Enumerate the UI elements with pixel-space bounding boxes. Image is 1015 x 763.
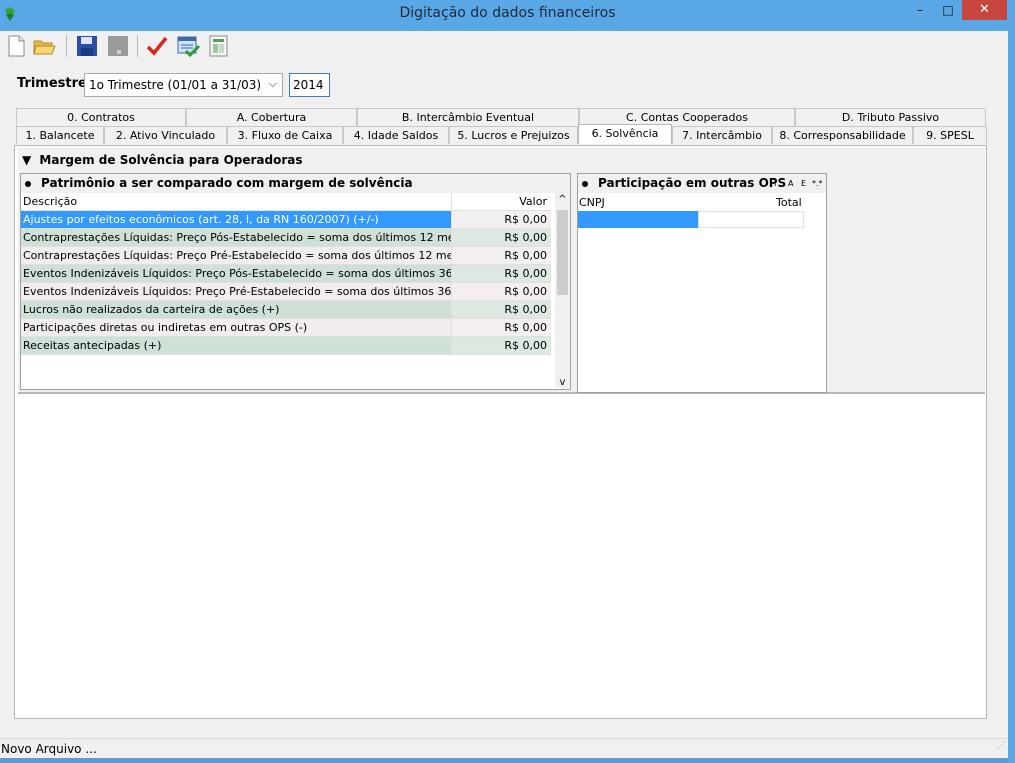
chevron-down-icon: ⌵ bbox=[268, 77, 277, 90]
tab-lucros-prejuizos[interactable]: 5. Lucros e Prejuizos bbox=[449, 126, 578, 144]
bullet-icon bbox=[25, 180, 31, 187]
check-icon[interactable] bbox=[145, 34, 169, 58]
status-text: Novo Arquivo ... bbox=[1, 742, 97, 756]
tab-fluxo-de-caixa[interactable]: 3. Fluxo de Caixa bbox=[227, 126, 343, 144]
minimize-button[interactable]: – bbox=[906, 0, 934, 20]
all-action[interactable]: *.* bbox=[812, 174, 823, 193]
row-value[interactable]: R$ 0,00 bbox=[451, 211, 551, 229]
row-value[interactable]: R$ 0,00 bbox=[451, 337, 551, 355]
scroll-down-icon[interactable]: v bbox=[555, 377, 570, 388]
save-icon[interactable] bbox=[75, 34, 99, 58]
toolbar-separator bbox=[137, 35, 138, 57]
trimestre-value: 1o Trimestre (01/01 a 31/03) bbox=[89, 78, 262, 92]
total-cell[interactable] bbox=[698, 211, 804, 228]
row-value[interactable]: R$ 0,00 bbox=[451, 319, 551, 337]
table-row[interactable]: Receitas antecipadas (+) R$ 0,00 bbox=[21, 337, 551, 355]
tab-tributo-passivo[interactable]: D. Tributo Passivo bbox=[795, 108, 986, 126]
validate-icon[interactable] bbox=[176, 34, 200, 58]
bullet-icon bbox=[582, 180, 588, 187]
tab-corresponsabilidade[interactable]: 8. Corresponsabilidade bbox=[772, 126, 913, 144]
scrollbar-thumb[interactable] bbox=[557, 210, 568, 295]
participacao-header: Participação em outras OPS I A E *.* bbox=[578, 174, 826, 193]
row-description: Participações diretas ou indiretas em ou… bbox=[21, 319, 451, 337]
tab-idade-saldos[interactable]: 4. Idade Saldos bbox=[343, 126, 449, 144]
table-header-row: Descrição Valor bbox=[21, 193, 551, 211]
status-bar: Novo Arquivo ... ⋰ bbox=[0, 738, 1008, 758]
table-row[interactable]: Lucros não realizados da carteira de açõ… bbox=[21, 301, 551, 319]
row-description: Ajustes por efeitos econômicos (art. 28,… bbox=[21, 211, 451, 229]
tab-spesl[interactable]: 9. SPESL bbox=[913, 126, 987, 144]
table-row[interactable]: Ajustes por efeitos econômicos (art. 28,… bbox=[21, 211, 551, 229]
scroll-up-icon[interactable]: ^ bbox=[555, 194, 570, 205]
participacao-panel: Participação em outras OPS I A E *.* CNP… bbox=[577, 173, 827, 393]
section-title: Margem de Solvência para Operadoras bbox=[39, 153, 303, 167]
tab-row-bottom: 1. Balancete 2. Ativo Vinculado 3. Fluxo… bbox=[16, 124, 987, 144]
patrimonio-title: Patrimônio a ser comparado com margem de… bbox=[41, 176, 413, 190]
selected-cell[interactable] bbox=[578, 211, 698, 228]
row-description: Eventos Indenizáveis Líquidos: Preço Pré… bbox=[21, 283, 451, 301]
tab-intercambio[interactable]: 7. Intercâmbio bbox=[672, 126, 772, 144]
row-description: Lucros não realizados da carteira de açõ… bbox=[21, 301, 451, 319]
title-bar: Digitação do dados financeiros – □ ✕ bbox=[0, 0, 1015, 31]
row-description: Contraprestações Líquidas: Preço Pós-Est… bbox=[21, 229, 451, 247]
column-header-descricao[interactable]: Descrição bbox=[21, 193, 451, 211]
margem-solvencia-section: ▼ Margem de Solvência para Operadoras Pa… bbox=[18, 148, 985, 394]
close-button[interactable]: ✕ bbox=[962, 0, 1007, 20]
participacao-title: Participação em outras OPS bbox=[598, 176, 787, 190]
toolbar bbox=[0, 31, 1008, 63]
column-header-cnpj[interactable]: CNPJ bbox=[579, 196, 605, 209]
window-title: Digitação do dados financeiros bbox=[399, 5, 616, 21]
table-row[interactable]: Contraprestações Líquidas: Preço Pós-Est… bbox=[21, 229, 551, 247]
column-header-valor[interactable]: Valor bbox=[451, 193, 551, 211]
trimestre-select[interactable]: 1o Trimestre (01/01 a 31/03) ⌵ bbox=[84, 73, 283, 97]
resize-grip-icon[interactable]: ⋰ bbox=[997, 736, 1006, 756]
tab-intercambio-eventual[interactable]: B. Intercâmbio Eventual bbox=[357, 108, 579, 126]
save-disabled-icon bbox=[108, 36, 128, 56]
trimestre-label: Trimestre bbox=[17, 76, 87, 91]
section-header[interactable]: ▼ Margem de Solvência para Operadoras bbox=[22, 153, 303, 167]
open-folder-icon[interactable] bbox=[32, 34, 56, 58]
row-value[interactable]: R$ 0,00 bbox=[451, 283, 551, 301]
row-value[interactable]: R$ 0,00 bbox=[451, 229, 551, 247]
patrimonio-header: Patrimônio a ser comparado com margem de… bbox=[21, 174, 570, 193]
new-file-icon[interactable] bbox=[4, 34, 28, 58]
delete-action[interactable]: E bbox=[801, 174, 806, 193]
row-value[interactable]: R$ 0,00 bbox=[451, 265, 551, 283]
table-row[interactable]: Eventos Indenizáveis Líquidos: Preço Pré… bbox=[21, 283, 551, 301]
toolbar-separator bbox=[66, 35, 67, 57]
report-icon[interactable] bbox=[207, 34, 231, 58]
table-row[interactable]: Contraprestações Líquidas: Preço Pré-Est… bbox=[21, 247, 551, 265]
patrimonio-panel: Patrimônio a ser comparado com margem de… bbox=[20, 173, 571, 390]
client-area: Trimestre 1o Trimestre (01/01 a 31/03) ⌵… bbox=[0, 31, 1008, 758]
table-row[interactable]: Eventos Indenizáveis Líquidos: Preço Pós… bbox=[21, 265, 551, 283]
tab-balancete[interactable]: 1. Balancete bbox=[16, 126, 104, 144]
table-row[interactable]: Participações diretas ou indiretas em ou… bbox=[21, 319, 551, 337]
column-header-total[interactable]: Total bbox=[776, 196, 802, 209]
tab-cobertura[interactable]: A. Cobertura bbox=[186, 108, 357, 126]
row-description: Contraprestações Líquidas: Preço Pré-Est… bbox=[21, 247, 451, 265]
row-description: Eventos Indenizáveis Líquidos: Preço Pós… bbox=[21, 265, 451, 283]
tab-ativo-vinculado[interactable]: 2. Ativo Vinculado bbox=[104, 126, 227, 144]
row-value[interactable]: R$ 0,00 bbox=[451, 301, 551, 319]
window-border bbox=[1008, 31, 1015, 763]
collapse-icon[interactable]: ▼ bbox=[22, 153, 31, 167]
edit-action[interactable]: A bbox=[788, 174, 793, 193]
year-input[interactable]: 2014 bbox=[289, 73, 330, 97]
row-value[interactable]: R$ 0,00 bbox=[451, 247, 551, 265]
maximize-button[interactable]: □ bbox=[934, 0, 962, 20]
insert-action[interactable]: I bbox=[774, 174, 776, 193]
tab-solvencia[interactable]: 6. Solvência bbox=[578, 124, 672, 144]
row-description: Receitas antecipadas (+) bbox=[21, 337, 451, 355]
tab-row-top: 0. Contratos A. Cobertura B. Intercâmbio… bbox=[16, 108, 986, 126]
tab-contratos[interactable]: 0. Contratos bbox=[16, 108, 186, 126]
solvencia-tab-panel: ▼ Margem de Solvência para Operadoras Pa… bbox=[14, 145, 987, 719]
vertical-scrollbar[interactable]: ^ v bbox=[555, 193, 570, 388]
